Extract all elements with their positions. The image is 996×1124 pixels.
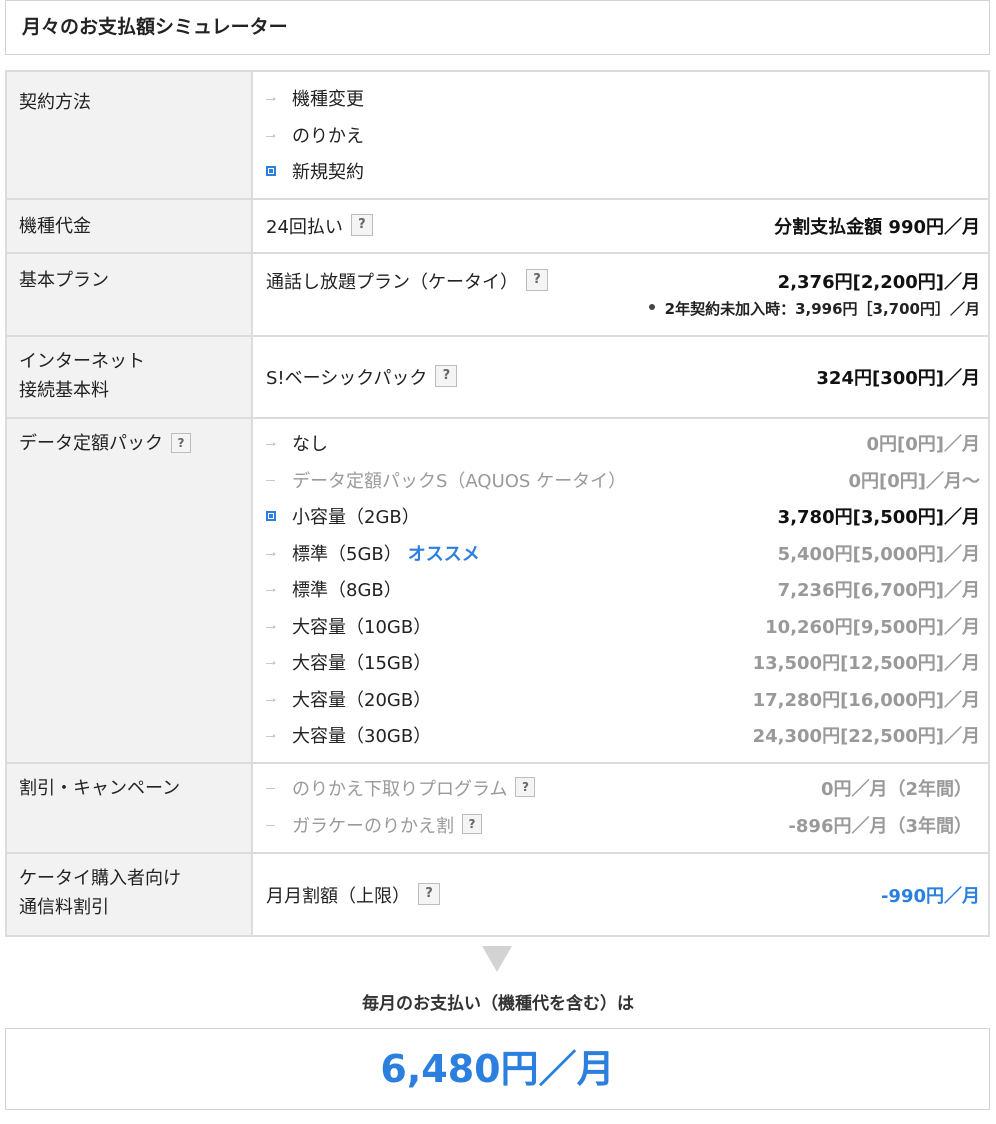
data-option-20gb[interactable]: 大容量（20GB） 17,280円[16,000円]／月 <box>266 681 980 718</box>
data-pack-label-text: データ定額パック <box>19 433 163 454</box>
data-option-s: データ定額パックS（AQUOS ケータイ） 0円[0円]／月〜 <box>266 462 980 499</box>
data-option-8gb[interactable]: 標準（8GB） 7,236円[6,700円]／月 <box>266 571 980 608</box>
radio-off-icon <box>266 657 276 667</box>
contract-label-text: 契約方法 <box>19 92 91 113</box>
option-price: -896円／月（3年間） <box>788 815 972 837</box>
option-price: 3,780円[3,500円]／月 <box>777 507 980 529</box>
radio-disabled-icon <box>266 475 276 485</box>
radio-on-icon <box>266 511 276 522</box>
radio-disabled-icon <box>266 820 276 830</box>
option-price: 0円／月（2年間） <box>820 779 972 801</box>
option-label: 標準（8GB） <box>292 580 402 602</box>
bullet-icon <box>648 304 655 310</box>
data-option-2gb[interactable]: 小容量（2GB） 3,780円[3,500円]／月 <box>266 498 980 535</box>
help-icon[interactable]: ? <box>171 433 191 453</box>
data-option-10gb[interactable]: 大容量（10GB） 10,260円[9,500円]／月 <box>266 608 980 645</box>
option-label: 大容量（30GB） <box>292 726 432 748</box>
help-icon[interactable]: ? <box>418 882 440 905</box>
radio-off-icon <box>266 584 276 594</box>
total-caption: 毎月のお支払い（機種代を含む）は <box>362 994 634 1014</box>
data-option-30gb[interactable]: 大容量（30GB） 24,300円[22,500円]／月 <box>266 717 980 754</box>
option-label: データ定額パックS（AQUOS ケータイ） <box>292 470 627 492</box>
internet-price: 324円[300円]／月 <box>816 368 980 389</box>
option-price: 10,260円[9,500円]／月 <box>765 616 980 638</box>
option-price: 7,236円[6,700円]／月 <box>777 580 980 602</box>
help-icon[interactable]: ? <box>435 365 458 387</box>
recommend-badge: オススメ <box>407 543 480 565</box>
option-label: 標準（5GB） <box>292 543 402 565</box>
internet-label-line1: インターネット <box>19 351 145 372</box>
radio-off-icon <box>266 694 276 704</box>
buyer-discount-price: -990円／月 <box>880 885 980 907</box>
plan-label-text: 基本プラン <box>19 270 109 291</box>
radio-off-icon <box>266 130 276 140</box>
plan-price: 2,376円[2,200円]／月 <box>777 272 980 293</box>
plan-name: 通話し放題プラン（ケータイ） <box>266 272 518 293</box>
radio-off-icon <box>266 438 276 448</box>
option-label: 小容量（2GB） <box>292 507 420 529</box>
option-label: 大容量（10GB） <box>292 616 432 638</box>
buyer-discount-label-line2: 通信料割引 <box>19 897 109 918</box>
device-label: 機種代金 <box>5 198 253 254</box>
discount-label-text: 割引・キャンペーン <box>19 778 181 799</box>
radio-off-icon <box>266 93 276 103</box>
arrow-down-icon <box>482 946 512 972</box>
option-price: 17,280円[16,000円]／月 <box>752 689 980 711</box>
internet-label-line2: 接続基本料 <box>19 380 109 401</box>
option-price: 0円[0円]／月 <box>866 434 980 456</box>
option-price: 13,500円[12,500円]／月 <box>752 653 980 675</box>
option-label: 大容量（15GB） <box>292 653 432 675</box>
buyer-discount-label: ケータイ購入者向け 通信料割引 <box>5 852 253 937</box>
data-option-15gb[interactable]: 大容量（15GB） 13,500円[12,500円]／月 <box>266 644 980 681</box>
internet-label: インターネット 接続基本料 <box>5 335 253 419</box>
discount-label: 割引・キャンペーン <box>5 762 253 854</box>
radio-off-icon <box>266 730 276 740</box>
device-price: 分割支払金額 990円／月 <box>774 217 980 238</box>
device-payment-text: 24回払い <box>266 217 343 238</box>
plan-note: 2年契約未加入時：3,996円［3,700円］／月 <box>648 298 980 319</box>
buyer-discount-label-line1: ケータイ購入者向け <box>19 868 181 889</box>
radio-off-icon <box>266 621 276 631</box>
internet-name: S!ベーシックパック <box>266 368 428 389</box>
discount-option-tradein: のりかえ下取りプログラム? 0円／月（2年間） <box>266 770 972 807</box>
option-price: 0円[0円]／月〜 <box>848 470 980 492</box>
simulator-title: 月々のお支払額シミュレーター <box>5 0 990 55</box>
help-icon[interactable]: ? <box>350 214 373 236</box>
option-label: 大容量（20GB） <box>292 689 432 711</box>
option-label: なし <box>292 434 328 456</box>
radio-on-icon <box>266 166 276 177</box>
data-option-none[interactable]: なし 0円[0円]／月 <box>266 425 980 462</box>
simulator-table: 契約方法 機種変更 のりかえ 新規契約 機種代金 24回払い ? 分割支払金額 … <box>5 70 990 937</box>
option-price: 24,300円[22,500円]／月 <box>752 726 980 748</box>
help-icon[interactable]: ? <box>462 813 482 834</box>
discount-option-garake: ガラケーのりかえ割? -896円／月（3年間） <box>266 807 972 844</box>
contract-option-mnp[interactable]: のりかえ <box>266 117 980 154</box>
plan-label: 基本プラン <box>5 252 253 337</box>
device-label-text: 機種代金 <box>19 216 91 237</box>
option-label: ガラケーのりかえ割 <box>292 815 454 837</box>
option-label: のりかえ下取りプログラム <box>292 779 508 801</box>
buyer-discount-name: 月月割額（上限） <box>266 885 410 907</box>
total-amount: 6,480円／月 <box>5 1028 990 1110</box>
plan-note-text: 2年契約未加入時：3,996円［3,700円］／月 <box>664 299 980 318</box>
radio-disabled-icon <box>266 783 276 793</box>
option-label: のりかえ <box>292 125 364 147</box>
contract-option-change[interactable]: 機種変更 <box>266 80 980 117</box>
option-label: 新規契約 <box>292 162 364 184</box>
option-price: 5,400円[5,000円]／月 <box>777 543 980 565</box>
option-label: 機種変更 <box>292 89 364 111</box>
data-option-5gb[interactable]: 標準（5GB） オススメ 5,400円[5,000円]／月 <box>266 535 980 572</box>
radio-off-icon <box>266 548 276 558</box>
contract-label: 契約方法 <box>5 70 253 200</box>
help-icon[interactable]: ? <box>515 777 536 798</box>
data-pack-label: データ定額パック? <box>5 417 253 764</box>
contract-option-new[interactable]: 新規契約 <box>266 153 980 190</box>
help-icon[interactable]: ? <box>526 269 548 291</box>
